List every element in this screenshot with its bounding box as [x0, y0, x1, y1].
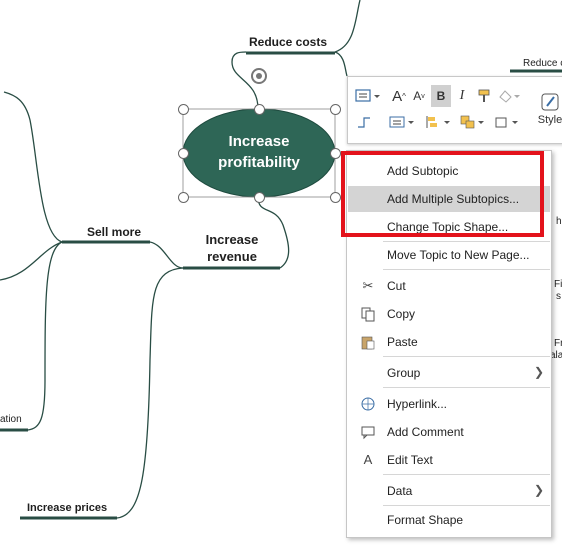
topic-increase-revenue[interactable]: Increase revenue [204, 232, 260, 264]
menu-label: Cut [387, 279, 406, 293]
branch-line [257, 196, 290, 269]
chevron-right-icon: ❯ [533, 365, 544, 379]
menu-separator [383, 356, 550, 357]
chevron-right-icon: ❯ [533, 483, 544, 497]
topic-reduce-costs[interactable]: Reduce costs [249, 35, 327, 49]
menu-label: Copy [387, 307, 416, 321]
paste-icon [360, 334, 376, 350]
shape-styles-button[interactable]: Style [538, 81, 562, 137]
connector-icon[interactable] [353, 111, 375, 133]
edit-text-icon: A [363, 452, 373, 467]
menu-item-group[interactable]: Group ❯ [348, 360, 550, 386]
copy-icon [360, 306, 376, 322]
scissors-icon: ✂ [362, 278, 374, 293]
menu-item-copy[interactable]: Copy [348, 301, 550, 327]
menu-item-edit-text[interactable]: A Edit Text [348, 447, 550, 473]
resize-handle-n[interactable] [254, 104, 265, 115]
format-painter-icon[interactable] [474, 85, 494, 107]
central-topic-line2: profitability [218, 154, 300, 171]
bold-icon: B [436, 89, 446, 103]
menu-separator [383, 269, 550, 270]
central-topic-line1: Increase [228, 133, 290, 150]
topic-partial-ation[interactable]: ation [0, 414, 22, 425]
topic-sell-more[interactable]: Sell more [87, 225, 141, 239]
fill-icon[interactable] [496, 85, 522, 107]
align-icon[interactable] [388, 111, 418, 133]
shape-styles-icon [541, 93, 559, 111]
highlight-annotation-box [341, 151, 544, 237]
branch-line [334, 0, 361, 53]
menu-item-move-topic[interactable]: Move Topic to New Page... [348, 242, 550, 268]
resize-handle-nw[interactable] [178, 104, 189, 115]
menu-label: Edit Text [387, 453, 433, 467]
menu-item-data[interactable]: Data ❯ [348, 478, 550, 504]
italic-button[interactable]: I [453, 85, 471, 107]
menu-label: Format Shape [387, 513, 464, 527]
menu-item-add-comment[interactable]: Add Comment [348, 419, 550, 445]
menu-separator [383, 474, 550, 475]
resize-handle-sw[interactable] [178, 192, 189, 203]
hyperlink-icon [360, 396, 376, 412]
central-topic-text[interactable]: Increase profitability [183, 131, 335, 173]
menu-item-hyperlink[interactable]: Hyperlink... [348, 391, 550, 417]
menu-label: Add Comment [387, 425, 464, 439]
menu-item-paste[interactable]: Paste [348, 329, 550, 355]
branch-line [334, 51, 348, 77]
topic-increase-revenue-line2: revenue [207, 249, 257, 264]
topic-partial-h[interactable]: h [556, 216, 562, 227]
topic-increase-revenue-line1: Increase [205, 232, 259, 247]
arrange-icon[interactable] [424, 111, 454, 133]
menu-item-cut[interactable]: ✂ Cut [348, 273, 550, 299]
menu-separator [383, 387, 550, 388]
branch-line [3, 91, 63, 243]
menu-label: Hyperlink... [387, 397, 448, 411]
menu-item-format-shape[interactable]: Format Shape [348, 507, 550, 533]
topic-partial-s[interactable]: s [556, 291, 561, 302]
text-box-icon[interactable] [353, 85, 383, 107]
increase-font-icon[interactable]: A ^ [390, 85, 408, 107]
menu-label: Move Topic to New Page... [387, 248, 530, 262]
decrease-font-icon[interactable]: Av [410, 85, 428, 107]
resize-handle-se[interactable] [330, 192, 341, 203]
topic-partial-fi[interactable]: Fi [554, 279, 562, 290]
topic-increase-prices[interactable]: Increase prices [27, 502, 107, 514]
menu-label: Group [387, 366, 421, 380]
styles-label: Style [537, 114, 562, 126]
bold-button[interactable]: B [431, 85, 451, 107]
topic-partial-reduce[interactable]: Reduce c [523, 58, 562, 69]
resize-handle-s[interactable] [254, 192, 265, 203]
position-icon[interactable] [458, 111, 488, 133]
branch-line [149, 241, 184, 269]
branch-line [0, 241, 63, 281]
comment-icon [360, 424, 376, 440]
menu-separator [383, 505, 550, 506]
mini-toolbar: A ^ Av B I Style [347, 76, 562, 144]
branch-line [27, 241, 63, 431]
rotate-handle-icon[interactable] [251, 68, 267, 84]
shape-fill-icon[interactable] [492, 111, 522, 133]
menu-label: Paste [387, 335, 418, 349]
italic-icon: I [459, 88, 465, 103]
resize-handle-ne[interactable] [330, 104, 341, 115]
menu-label: Data [387, 484, 413, 498]
branch-line [116, 267, 184, 519]
topic-partial-fr[interactable]: Fr [554, 338, 562, 349]
